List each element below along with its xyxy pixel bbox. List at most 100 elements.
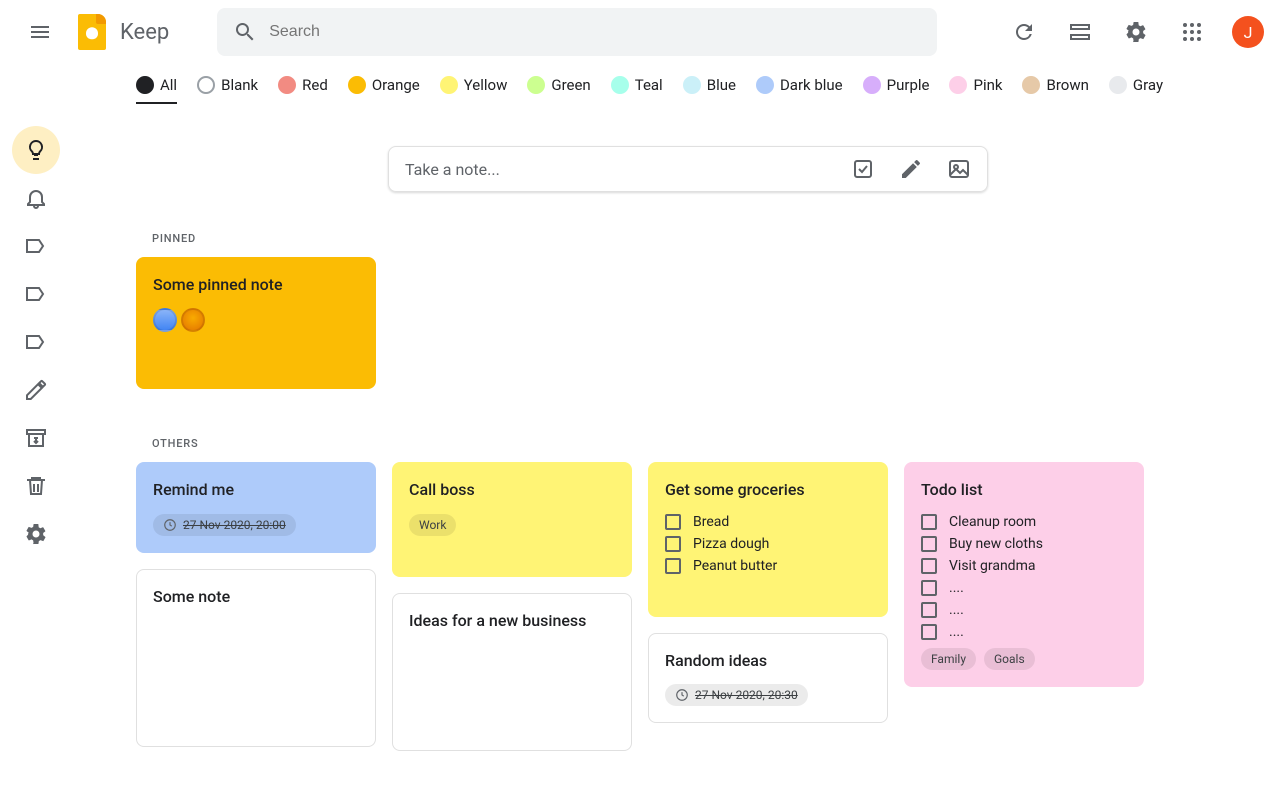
label-chip[interactable]: Family xyxy=(921,648,976,670)
note-card[interactable]: Call boss Work xyxy=(392,462,632,576)
refresh-button[interactable] xyxy=(1000,8,1048,56)
new-drawing-icon[interactable] xyxy=(899,157,923,181)
checkbox-icon[interactable] xyxy=(921,514,937,530)
sidebar-reminders[interactable] xyxy=(12,174,60,222)
color-filter-label: Yellow xyxy=(464,76,508,94)
color-filter-dark-blue[interactable]: Dark blue xyxy=(756,76,843,94)
color-filter-red[interactable]: Red xyxy=(278,76,328,94)
color-dot-icon xyxy=(863,76,881,94)
color-filter-label: All xyxy=(160,76,177,94)
note-card[interactable]: Some note xyxy=(136,569,376,747)
list-view-button[interactable] xyxy=(1056,8,1104,56)
checklist-item[interactable]: Cleanup room xyxy=(921,514,1127,530)
color-filter-purple[interactable]: Purple xyxy=(863,76,930,94)
collaborator-avatar[interactable] xyxy=(153,308,177,332)
checklist-text: Buy new cloths xyxy=(949,536,1043,552)
color-filter-pink[interactable]: Pink xyxy=(949,76,1002,94)
new-image-icon[interactable] xyxy=(947,157,971,181)
sidebar-edit-labels[interactable] xyxy=(12,366,60,414)
color-dot-icon xyxy=(683,76,701,94)
search-input[interactable] xyxy=(269,23,921,41)
sidebar-label-3[interactable] xyxy=(12,318,60,366)
note-card[interactable]: Random ideas 27 Nov 2020, 20:30 xyxy=(648,633,888,723)
checkbox-icon[interactable] xyxy=(921,536,937,552)
checkbox-icon[interactable] xyxy=(665,558,681,574)
reminder-chip[interactable]: 27 Nov 2020, 20:30 xyxy=(665,684,808,706)
label-chip[interactable]: Work xyxy=(409,514,456,536)
checkbox-icon[interactable] xyxy=(665,536,681,552)
note-card[interactable]: Todo list Cleanup room Buy new cloths Vi… xyxy=(904,462,1144,686)
checklist-item[interactable]: .... xyxy=(921,580,1127,596)
checkbox-icon[interactable] xyxy=(921,580,937,596)
color-filter-green[interactable]: Green xyxy=(527,76,590,94)
color-filter-row: All Blank Red Orange Yellow Green Teal Blue Dark… xyxy=(0,64,1280,106)
keep-logo-icon xyxy=(72,12,112,52)
new-list-icon[interactable] xyxy=(851,157,875,181)
app-logo[interactable]: Keep xyxy=(72,12,169,52)
color-filter-all[interactable]: All xyxy=(136,76,177,104)
color-filter-label: Blank xyxy=(221,76,258,94)
checklist-item[interactable]: .... xyxy=(921,602,1127,618)
checklist-item[interactable]: .... xyxy=(921,624,1127,640)
color-filter-label: Pink xyxy=(973,76,1002,94)
checklist-text: Cleanup room xyxy=(949,514,1036,530)
color-dot-icon xyxy=(949,76,967,94)
reminder-chip[interactable]: 27 Nov 2020, 20:00 xyxy=(153,514,296,536)
note-card[interactable]: Remind me 27 Nov 2020, 20:00 xyxy=(136,462,376,552)
color-filter-gray[interactable]: Gray xyxy=(1109,76,1163,94)
take-note-input[interactable]: Take a note... xyxy=(388,146,988,192)
apps-button[interactable] xyxy=(1168,8,1216,56)
pinned-grid: Some pinned note xyxy=(136,257,1240,389)
checklist-item[interactable]: Visit grandma xyxy=(921,558,1127,574)
color-filter-brown[interactable]: Brown xyxy=(1022,76,1088,94)
note-card[interactable]: Get some groceries Bread Pizza dough Pea… xyxy=(648,462,888,616)
note-card[interactable]: Some pinned note xyxy=(136,257,376,389)
note-title: Remind me xyxy=(153,479,359,501)
note-title: Ideas for a new business xyxy=(409,610,615,632)
color-filter-yellow[interactable]: Yellow xyxy=(440,76,508,94)
search-bar[interactable] xyxy=(217,8,937,56)
note-card[interactable]: Ideas for a new business xyxy=(392,593,632,751)
sidebar-label-2[interactable] xyxy=(12,270,60,318)
trash-icon xyxy=(24,474,48,498)
note-title: Random ideas xyxy=(665,650,871,672)
color-dot-icon xyxy=(611,76,629,94)
note-title: Todo list xyxy=(921,479,1127,501)
checkbox-icon[interactable] xyxy=(921,602,937,618)
note-title: Some note xyxy=(153,586,359,608)
sidebar-trash[interactable] xyxy=(12,462,60,510)
color-filter-teal[interactable]: Teal xyxy=(611,76,663,94)
checklist-item[interactable]: Buy new cloths xyxy=(921,536,1127,552)
label-icon xyxy=(24,282,48,306)
checkbox-icon[interactable] xyxy=(665,514,681,530)
checklist-item[interactable]: Pizza dough xyxy=(665,536,871,552)
main-content: Take a note... PINNED Some pinned note O… xyxy=(80,118,1280,799)
collaborator-avatar[interactable] xyxy=(181,308,205,332)
sidebar-settings[interactable] xyxy=(12,510,60,558)
sidebar-label-1[interactable] xyxy=(12,222,60,270)
list-view-icon xyxy=(1068,20,1092,44)
checklist-item[interactable]: Bread xyxy=(665,514,871,530)
color-filter-orange[interactable]: Orange xyxy=(348,76,420,94)
sidebar-archive[interactable] xyxy=(12,414,60,462)
color-filter-blank[interactable]: Blank xyxy=(197,76,258,94)
checklist-item[interactable]: Peanut butter xyxy=(665,558,871,574)
account-avatar[interactable]: J xyxy=(1232,16,1264,48)
checklist-text: Bread xyxy=(693,514,729,530)
settings-button[interactable] xyxy=(1112,8,1160,56)
pencil-icon xyxy=(24,378,48,402)
color-filter-blue[interactable]: Blue xyxy=(683,76,736,94)
lightbulb-icon xyxy=(24,138,48,162)
color-dot-icon xyxy=(1109,76,1127,94)
checkbox-icon[interactable] xyxy=(921,558,937,574)
label-chip[interactable]: Goals xyxy=(984,648,1035,670)
search-icon xyxy=(233,20,257,44)
reminder-text: 27 Nov 2020, 20:30 xyxy=(695,688,798,702)
checkbox-icon[interactable] xyxy=(921,624,937,640)
checklist-text: .... xyxy=(949,624,964,640)
color-dot-icon xyxy=(348,76,366,94)
main-menu-button[interactable] xyxy=(16,8,64,56)
label-icon xyxy=(24,330,48,354)
note-collaborators xyxy=(153,308,359,332)
sidebar-notes[interactable] xyxy=(12,126,60,174)
